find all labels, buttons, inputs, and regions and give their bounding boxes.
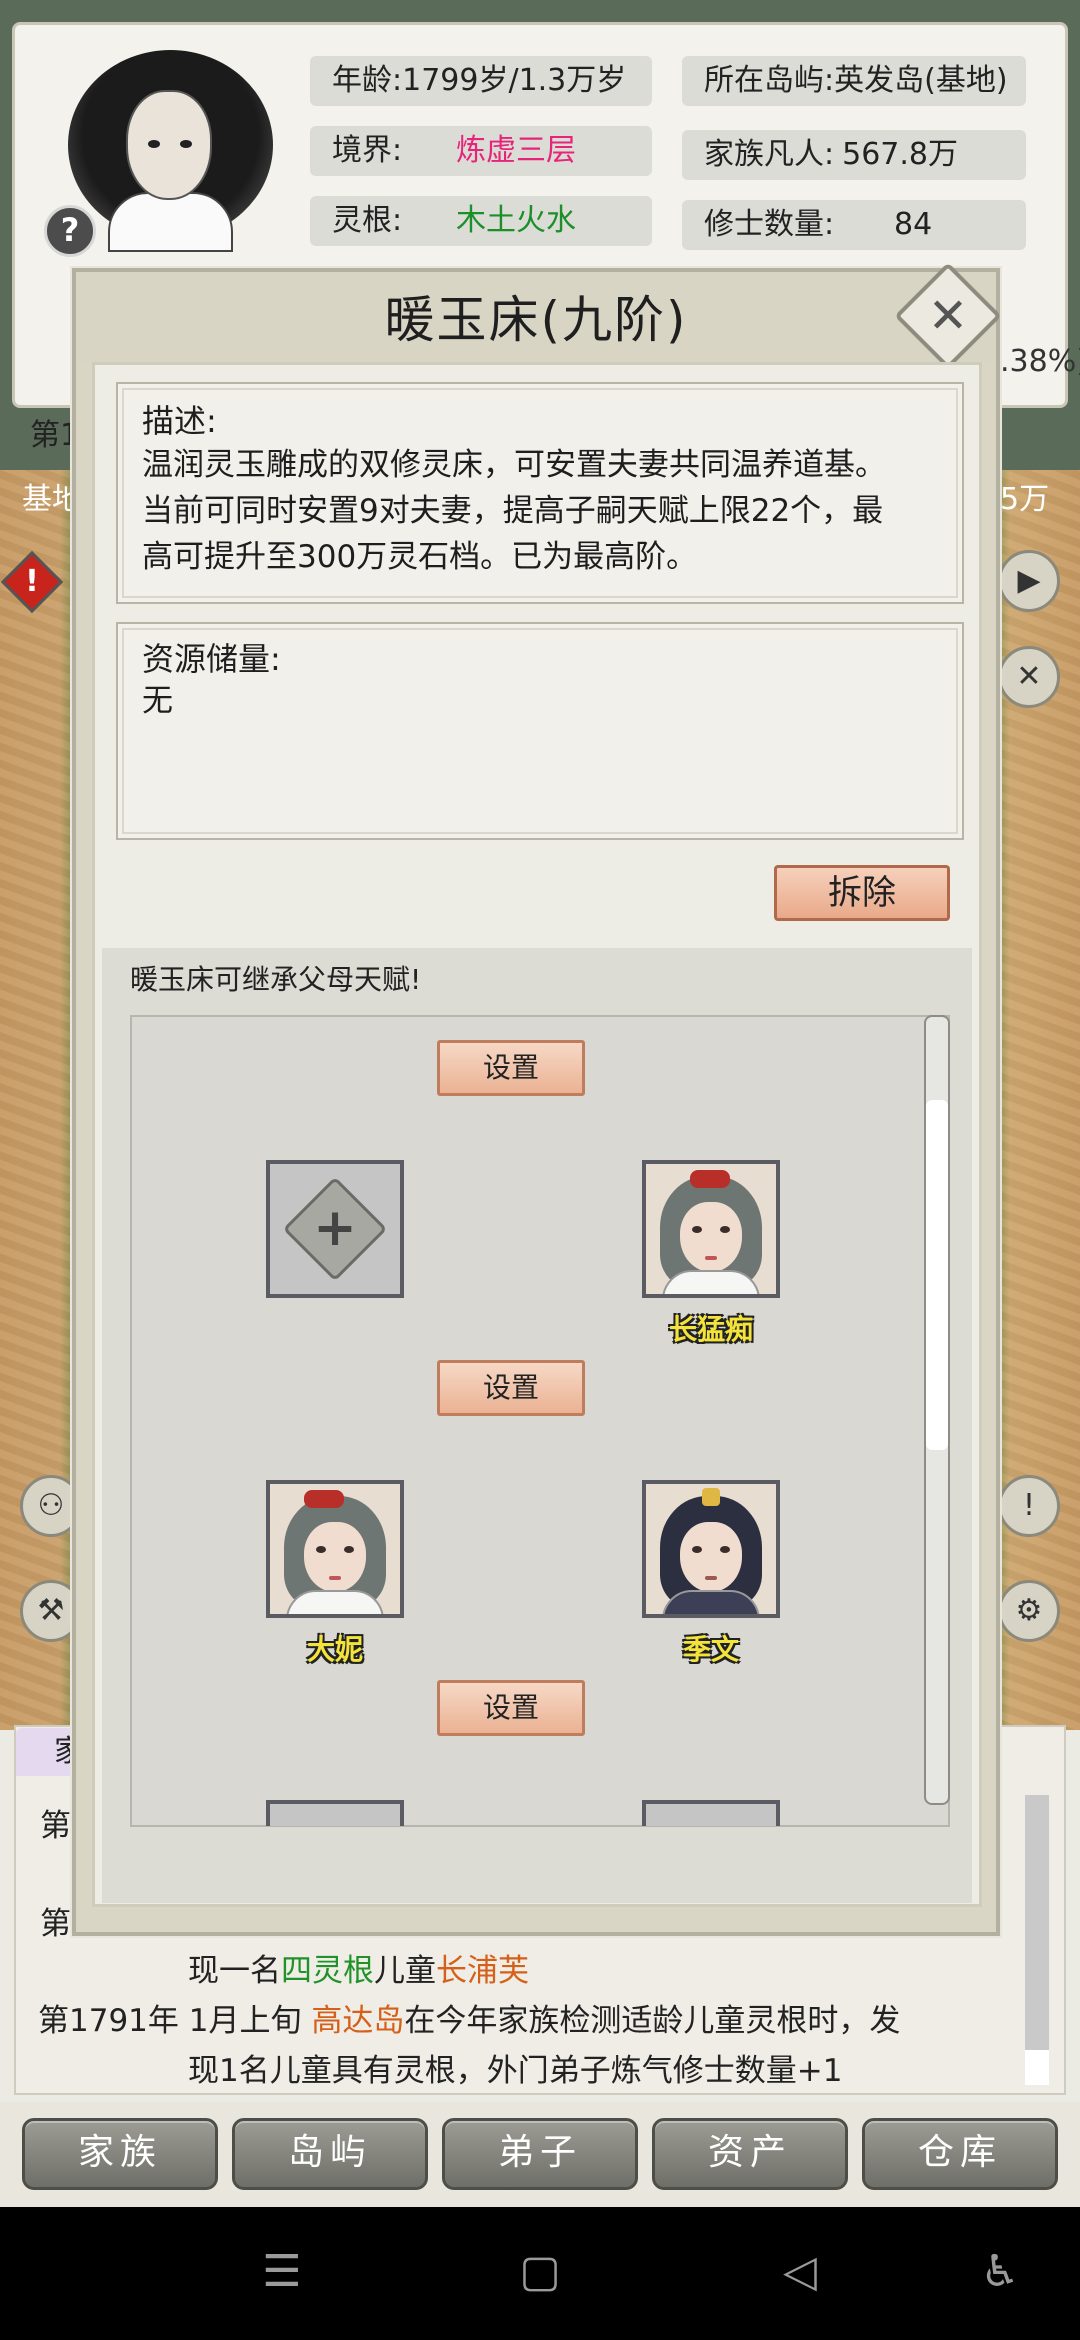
log-text: 现一名 <box>188 1953 281 1989</box>
cultivators-value: 84 <box>894 207 933 242</box>
description-line: 当前可同时安置9对夫妻，提高子嗣天赋上限22个，最 <box>142 493 884 529</box>
home-square-icon[interactable]: ▢ <box>500 2240 580 2304</box>
inherit-hint: 暖玉床可继承父母天赋! <box>130 963 422 996</box>
mortals-value: 567.8万 <box>842 137 958 172</box>
mortals-label: 家族凡人: <box>704 137 835 172</box>
portrait-eye <box>344 1546 354 1553</box>
description-line: 高可提升至300万灵石档。已为最高阶。 <box>142 539 698 575</box>
age-stat: 年龄:1799岁/1.3万岁 <box>310 56 652 106</box>
close-icon: ✕ <box>927 288 969 344</box>
notice-shortcut-icon[interactable]: ! <box>998 1475 1060 1537</box>
portrait-mouth <box>705 1256 717 1260</box>
spouse-portrait[interactable] <box>642 1480 780 1618</box>
portrait-face <box>680 1202 742 1272</box>
accessibility-icon[interactable]: ♿ <box>960 2240 1040 2304</box>
avatar-robe <box>108 192 233 252</box>
portrait-robe <box>286 1590 384 1614</box>
mortals-stat: 家族凡人: 567.8万 <box>682 130 1026 180</box>
menu-icon[interactable]: ☰ <box>242 2240 322 2304</box>
log-child-name: 长浦芙 <box>436 1953 529 1989</box>
add-icon: + <box>282 1176 388 1282</box>
island-stat: 所在岛屿:英发岛(基地) <box>682 56 1026 106</box>
log-line: 现1名儿童具有灵根，外门弟子炼气修士数量+1 <box>188 2053 843 2089</box>
realm-label: 境界: <box>332 133 403 168</box>
spouse-name: 大妮 <box>306 1633 363 1666</box>
realm-value: 炼虚三层 <box>456 133 576 168</box>
island-value: 英发岛(基地) <box>834 63 1008 98</box>
log-text: 儿童 <box>374 1953 436 1989</box>
portrait-face <box>304 1522 366 1592</box>
realm-stat: 境界: 炼虚三层 <box>310 126 652 176</box>
spouse-slot-partial[interactable] <box>266 1800 404 1826</box>
nav-warehouse-button[interactable]: 仓库 <box>862 2118 1058 2190</box>
root-label: 灵根: <box>332 203 403 238</box>
portrait-crown <box>702 1488 720 1506</box>
edge-percent-fragment: .38%) <box>1000 344 1080 379</box>
log-island: 高达岛 <box>311 2003 405 2039</box>
portrait-face <box>680 1522 742 1592</box>
description-line: 温润灵玉雕成的双修灵床，可安置夫妻共同温养道基。 <box>142 447 886 483</box>
help-icon[interactable]: ? <box>44 205 96 257</box>
portrait-eye <box>316 1546 326 1553</box>
log-text: 在今年家族检测适龄儿童灵根时，发 <box>404 2003 901 2039</box>
root-value: 木土火水 <box>456 203 576 238</box>
log-root: 四灵根 <box>281 1953 374 1989</box>
log-scrollbar-thumb[interactable] <box>1025 2050 1049 2085</box>
avatar-eye <box>148 140 160 148</box>
log-line: 现一名四灵根儿童长浦芙 <box>188 1945 529 1990</box>
island-label: 所在岛屿: <box>704 63 835 98</box>
back-triangle-icon[interactable]: ◁ <box>760 2240 840 2304</box>
dialog-title: 暖玉床(九阶) <box>384 291 688 349</box>
description-label: 描述: <box>142 402 217 440</box>
nav-disciple-button[interactable]: 弟子 <box>442 2118 638 2190</box>
spouse-name: 季文 <box>682 1633 739 1666</box>
edge-wan-fragment: 5万 <box>1000 482 1050 517</box>
nav-island-button[interactable]: 岛屿 <box>232 2118 428 2190</box>
spouse-portrait[interactable] <box>642 1160 780 1298</box>
portrait-eye <box>692 1546 702 1553</box>
demolish-button[interactable]: 拆除 <box>774 865 950 921</box>
resource-value: 无 <box>142 683 173 719</box>
log-fragment: 第 <box>40 1906 71 1942</box>
portrait-robe <box>662 1270 760 1294</box>
add-symbol: + <box>313 1198 357 1258</box>
resource-label: 资源储量: <box>142 640 281 678</box>
age-value: 1799岁/1.3万岁 <box>402 63 627 98</box>
portrait-mouth <box>705 1576 717 1580</box>
log-fragment: 第 <box>40 1808 71 1844</box>
couple-list-scrollbar-thumb[interactable] <box>926 1100 948 1450</box>
log-date: 第1791年 1月上旬 <box>38 2003 302 2039</box>
portrait-eye <box>720 1546 730 1553</box>
avatar-eye <box>180 140 192 148</box>
play-icon[interactable]: ▶ <box>998 550 1060 612</box>
spouse-portrait[interactable] <box>266 1480 404 1618</box>
avatar[interactable] <box>68 50 278 252</box>
age-label: 年龄: <box>332 63 403 98</box>
spouse-slot-partial[interactable] <box>642 1800 780 1826</box>
root-stat: 灵根: 木土火水 <box>310 196 652 246</box>
cultivators-label: 修士数量: <box>704 207 835 242</box>
set-couple-button[interactable]: 设置 <box>437 1040 585 1096</box>
nav-assets-button[interactable]: 资产 <box>652 2118 848 2190</box>
settings-gear-icon[interactable]: ⚙ <box>998 1580 1060 1642</box>
empty-spouse-slot[interactable]: + <box>266 1160 404 1298</box>
portrait-hair-ornament <box>690 1170 730 1188</box>
portrait-robe <box>662 1590 760 1614</box>
set-couple-button[interactable]: 设置 <box>437 1680 585 1736</box>
spouse-name: 长猛痴 <box>668 1313 753 1346</box>
nav-family-button[interactable]: 家族 <box>22 2118 218 2190</box>
cultivators-stat: 修士数量: 84 <box>682 200 1026 250</box>
portrait-hair-ornament <box>304 1490 344 1508</box>
avatar-face <box>126 90 212 200</box>
portrait-eye <box>720 1226 730 1233</box>
close-circle-icon[interactable]: ✕ <box>998 646 1060 708</box>
log-line: 第1791年 1月上旬 高达岛在今年家族检测适龄儿童灵根时，发 <box>38 1995 900 2040</box>
portrait-eye <box>692 1226 702 1233</box>
portrait-mouth <box>329 1576 341 1580</box>
log-scrollbar[interactable] <box>1025 1795 1049 2085</box>
set-couple-button[interactable]: 设置 <box>437 1360 585 1416</box>
